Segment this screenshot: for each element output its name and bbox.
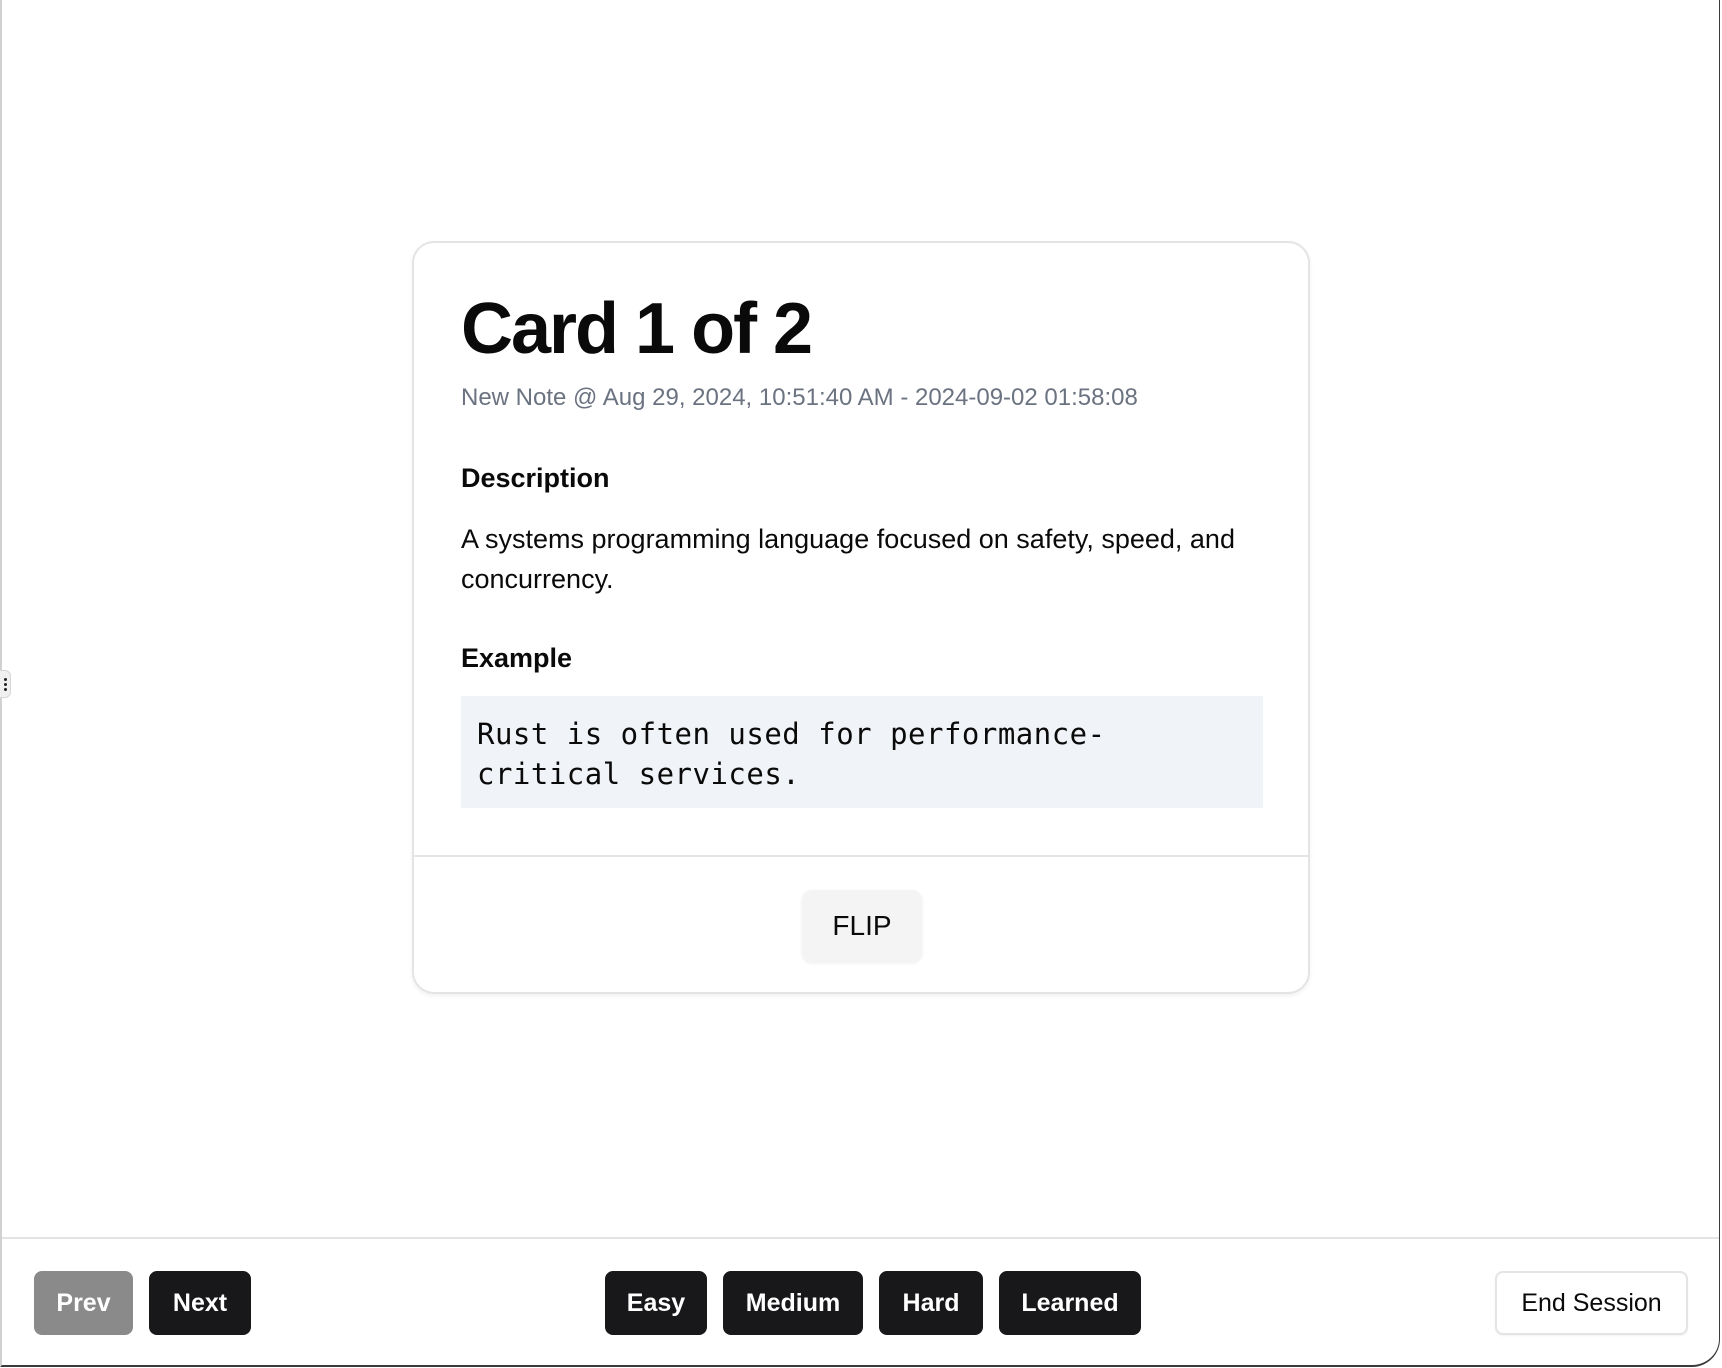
end-session-button[interactable]: End Session [1495, 1271, 1688, 1335]
learned-button[interactable]: Learned [999, 1271, 1141, 1335]
hard-button[interactable]: Hard [879, 1271, 983, 1335]
description-heading: Description [461, 463, 610, 493]
medium-button[interactable]: Medium [723, 1271, 863, 1335]
handle-dot [3, 682, 7, 686]
easy-button[interactable]: Easy [605, 1271, 707, 1335]
card-footer-divider [414, 855, 1308, 857]
resize-handle-icon[interactable] [0, 670, 11, 698]
handle-dot [3, 677, 7, 681]
card-title: Card 1 of 2 [461, 289, 813, 369]
prev-button[interactable]: Prev [34, 1271, 133, 1335]
handle-dot [3, 687, 7, 691]
toolbar-divider [2, 1237, 1719, 1239]
example-heading: Example [461, 643, 573, 673]
flip-button[interactable]: FLIP [802, 890, 922, 962]
next-button[interactable]: Next [149, 1271, 251, 1335]
flashcard: Card 1 of 2 New Note @ Aug 29, 2024, 10:… [412, 241, 1310, 994]
card-subtitle: New Note @ Aug 29, 2024, 10:51:40 AM - 2… [461, 384, 1138, 411]
example-code-block: Rust is often used for performance- crit… [461, 696, 1263, 808]
description-text: A systems programming language focused o… [461, 524, 1235, 594]
